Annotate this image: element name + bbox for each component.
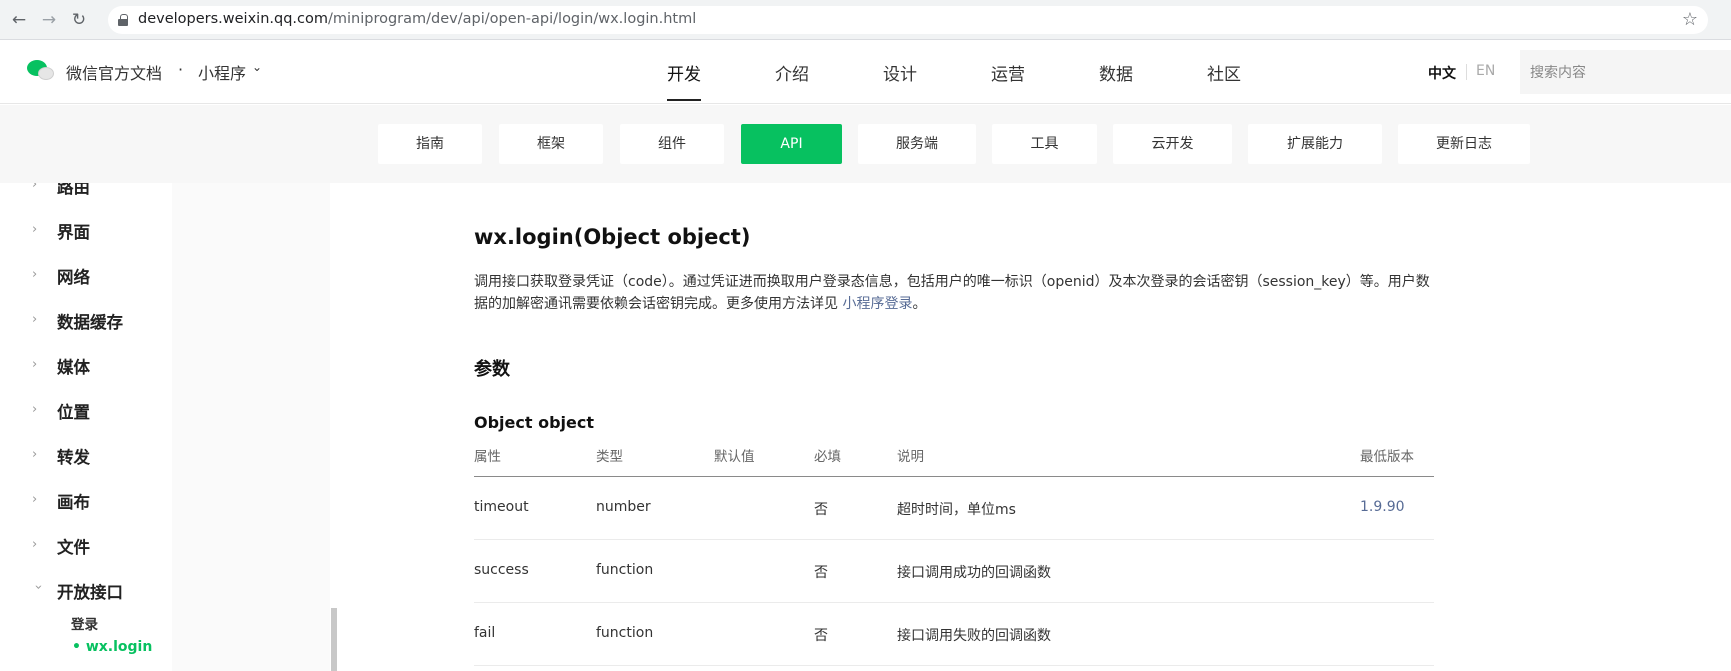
brand-separator: · [178, 60, 184, 79]
bookmark-star-icon[interactable]: ☆ [1682, 9, 1698, 30]
page-title: wx.login(Object object) [474, 225, 751, 249]
main-content: wx.login(Object object) 调用接口获取登录凭证（code）… [474, 183, 1434, 671]
subnav-tools[interactable]: 工具 [992, 124, 1097, 164]
col-type: 类型 [596, 449, 623, 465]
nav-tab-data[interactable]: 数据 [1099, 60, 1133, 85]
table-row: fail function 否 接口调用失败的回调函数 [474, 603, 1434, 666]
sidebar-item-wx-login[interactable]: • wx.login [72, 639, 152, 655]
site-header: 微信官方文档 · 小程序 ⌄ 开发 介绍 设计 运营 数据 社区 中文 EN [0, 40, 1731, 104]
sub-nav: 指南 框架 组件 API 服务端 工具 云开发 扩展能力 更新日志 [0, 105, 1731, 183]
chevron-right-icon: › [32, 312, 38, 327]
browser-toolbar: ← → ↻ developers.weixin.qq.com/miniprogr… [0, 0, 1731, 40]
sidebar: › 路由 › 界面 › 网络 › 数据缓存 › 媒体 › 位置 › 转发 › 画布 › 文件 › 开… [0, 183, 330, 671]
chevron-right-icon: › [32, 492, 38, 507]
sidebar-sub-login[interactable]: 登录 [71, 613, 98, 633]
col-default: 默认值 [714, 449, 755, 465]
url-text: developers.weixin.qq.com/miniprogram/dev… [138, 11, 697, 27]
params-heading: 参数 [474, 359, 510, 380]
table-row: timeout number 否 超时时间，单位ms 1.9.90 [474, 477, 1434, 540]
chevron-down-icon[interactable]: ⌄ [252, 60, 262, 74]
chevron-right-icon: › [32, 402, 38, 417]
lang-divider [1466, 64, 1467, 80]
subnav-guide[interactable]: 指南 [378, 124, 482, 164]
search-input[interactable] [1520, 50, 1731, 94]
lang-zh[interactable]: 中文 [1428, 63, 1456, 83]
nav-tab-community[interactable]: 社区 [1207, 60, 1241, 85]
subnav-cloud[interactable]: 云开发 [1113, 124, 1232, 164]
login-doc-link[interactable]: 小程序登录 [842, 296, 912, 312]
table-row: success function 否 接口调用成功的回调函数 [474, 540, 1434, 603]
subnav-api[interactable]: API [741, 124, 842, 164]
address-bar[interactable]: developers.weixin.qq.com/miniprogram/dev… [108, 6, 1708, 34]
chevron-right-icon: › [32, 222, 38, 237]
col-property: 属性 [474, 449, 501, 465]
chevron-right-icon: › [32, 183, 38, 192]
subnav-framework[interactable]: 框架 [499, 124, 603, 164]
nav-tab-operation[interactable]: 运营 [991, 60, 1025, 85]
sidebar-scrollbar[interactable] [331, 608, 337, 671]
chevron-right-icon: › [32, 267, 38, 282]
chevron-right-icon: › [32, 447, 38, 462]
lock-icon [118, 14, 128, 26]
col-min-version: 最低版本 [1360, 449, 1414, 465]
col-description: 说明 [897, 449, 924, 465]
nav-tab-dev[interactable]: 开发 [667, 60, 701, 101]
col-required: 必填 [814, 449, 841, 465]
forward-arrow-icon[interactable]: → [38, 9, 60, 31]
subnav-components[interactable]: 组件 [620, 124, 724, 164]
nav-tab-intro[interactable]: 介绍 [775, 60, 809, 85]
lang-en[interactable]: EN [1476, 63, 1495, 79]
chevron-down-icon: › [30, 584, 46, 590]
min-version-link[interactable]: 1.9.90 [1360, 499, 1405, 515]
subnav-extensions[interactable]: 扩展能力 [1248, 124, 1382, 164]
object-heading: Object object [474, 413, 595, 432]
brand-title[interactable]: 微信官方文档 [66, 60, 162, 84]
chevron-right-icon: › [32, 357, 38, 372]
back-arrow-icon[interactable]: ← [8, 9, 30, 31]
subnav-changelog[interactable]: 更新日志 [1398, 124, 1530, 164]
subnav-server[interactable]: 服务端 [858, 124, 976, 164]
api-description: 调用接口获取登录凭证（code）。通过凭证进而换取用户登录态信息，包括用户的唯一… [474, 274, 1430, 312]
table-header: 属性 类型 默认值 必填 说明 最低版本 [474, 445, 1434, 477]
nav-tab-design[interactable]: 设计 [883, 60, 917, 85]
chevron-right-icon: › [32, 537, 38, 552]
reload-icon[interactable]: ↻ [68, 9, 90, 31]
product-selector[interactable]: 小程序 [198, 60, 246, 84]
wechat-logo-icon[interactable] [27, 60, 57, 84]
